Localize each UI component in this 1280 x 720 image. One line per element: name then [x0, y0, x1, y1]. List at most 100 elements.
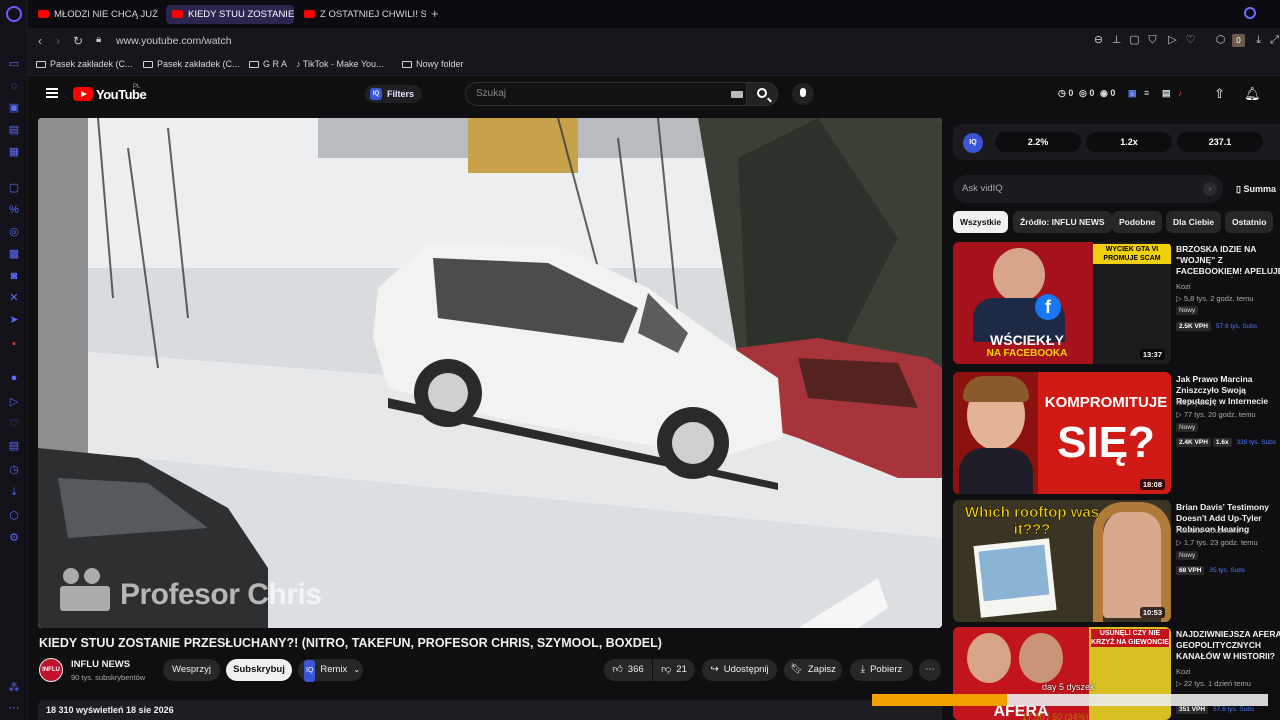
person-hair	[963, 376, 1029, 402]
recommendation-channel[interactable]: Kozi	[1176, 667, 1191, 676]
video-thumbnail[interactable]: Which rooftop was it??? 10:53	[953, 500, 1171, 622]
bookmark-folder-1[interactable]: Pasek zakładek (C...	[36, 59, 133, 69]
sidebar-messenger2-icon[interactable]: ◎	[8, 226, 20, 238]
sidebar-history-icon[interactable]: ◌	[8, 80, 20, 92]
sidebar-news-icon[interactable]: ▦	[8, 146, 20, 158]
subscribe-button[interactable]: Subskrybuj	[226, 659, 292, 681]
notify-off-icon[interactable]: ♪	[1178, 88, 1183, 98]
list-icon[interactable]: ≡	[1144, 88, 1149, 98]
upload-icon[interactable]: ⇧	[1214, 86, 1228, 102]
forward-icon[interactable]: ›	[56, 34, 60, 48]
search-input[interactable]	[476, 88, 706, 99]
sidebar-heart-icon[interactable]: ♡	[8, 418, 20, 430]
url-field[interactable]: www.youtube.com/watch	[116, 35, 232, 47]
summary-button[interactable]: ▯ Summa	[1236, 184, 1276, 195]
bookmark-folder-gra[interactable]: G R A	[249, 59, 287, 69]
recommendation-title[interactable]: BRZOSKA IDZIE NA "WOJNĘ" Z FACEBOOKIEM! …	[1176, 244, 1280, 278]
extensions-icon[interactable]: ⬡	[1214, 34, 1227, 47]
sidebar-instagram-icon[interactable]: ◙	[8, 270, 20, 282]
recommendation-item[interactable]: Which rooftop was it??? 10:53 Brian Davi…	[953, 500, 1280, 624]
voice-search-button[interactable]	[792, 83, 814, 105]
sidebar-bag-icon[interactable]: ▣	[8, 102, 20, 114]
video-thumbnail[interactable]: KOMPROMITUJE SIĘ? 18:08	[953, 372, 1171, 494]
recommendation-title[interactable]: NAJDZIWNIEJSZA AFERA GEOPOLITYCZNYCH KAN…	[1176, 629, 1280, 663]
recommendation-item[interactable]: KOMPROMITUJE SIĘ? 18:08 Jak Prawo Marcin…	[953, 372, 1280, 496]
person-face-2	[1019, 633, 1063, 683]
pin-icon[interactable]: ⊥	[1110, 34, 1123, 47]
sidebar-messenger-icon[interactable]: ▭	[8, 58, 20, 70]
address-bar: ‹ › ↻ 🔒︎ www.youtube.com/watch ⊖ ⊥ ▢ ⛉ ▷…	[28, 28, 1280, 54]
recommendation-channel[interactable]: Kozi	[1176, 282, 1191, 291]
chip-recent[interactable]: Ostatnio	[1225, 211, 1274, 233]
new-tab-button[interactable]: +	[431, 5, 445, 23]
shield-icon[interactable]: ⛉	[1146, 34, 1159, 47]
sidebar-more-icon[interactable]: ⋯	[8, 702, 20, 714]
ask-submit-icon[interactable]: ›	[1203, 182, 1217, 196]
recommendation-item[interactable]: f WYCIEK GTA VI PROMUJE SCAM WŚCIEKŁY NA…	[953, 242, 1280, 366]
sidebar-clock-icon[interactable]: ◷	[8, 464, 20, 476]
sidebar-discord-icon[interactable]: ▩	[8, 248, 20, 260]
sidebar-play-icon[interactable]: ▷	[8, 396, 20, 408]
tab-3[interactable]: Z OSTATNIEJ CHWILI! STU	[298, 5, 426, 24]
recommendation-channel[interactable]: Patriotic Housewife	[1176, 526, 1240, 535]
play-ext-icon[interactable]: ▷	[1166, 34, 1179, 47]
download-icon[interactable]: ⤓	[1252, 34, 1265, 47]
bookmark-folder-new[interactable]: Nowy folder	[402, 59, 464, 69]
dislike-button[interactable]: 👎︎ 21	[653, 659, 695, 681]
like-button[interactable]: 👍︎ 366	[604, 659, 652, 681]
sidebar-spotify-icon[interactable]: ●	[8, 372, 20, 384]
search-tabs-icon[interactable]	[1244, 7, 1256, 19]
back-icon[interactable]: ‹	[38, 34, 42, 48]
bookmark-folder-2[interactable]: Pasek zakładek (C...	[143, 59, 240, 69]
tab-2-active[interactable]: KIEDY STUU ZOSTANIE	[166, 5, 294, 24]
sidebar-extensions-icon[interactable]: ⬡	[8, 510, 20, 522]
hamburger-menu-icon[interactable]	[46, 88, 58, 98]
header-stat-views: ◎ 0	[1079, 88, 1095, 98]
share-button[interactable]: ↪ Udostępnij	[702, 659, 777, 681]
recommendation-channel[interactable]: Klepsydra	[1176, 398, 1209, 407]
ask-vidiq-input[interactable]	[962, 183, 1182, 194]
sidebar-tabs-icon[interactable]: ▤	[8, 440, 20, 452]
sidebar-settings-icon[interactable]: ⚙	[8, 532, 20, 544]
snapshot-icon[interactable]: ▢	[1128, 34, 1141, 47]
chip-similar[interactable]: Podobne	[1112, 211, 1163, 233]
sidebar-twitch-icon[interactable]: ▢	[8, 182, 20, 194]
save-button[interactable]: 🔖︎ Zapisz	[784, 659, 842, 681]
vidiq-metric-multiplier: 1.2x	[1086, 132, 1172, 152]
duration-badge: 18:08	[1139, 479, 1165, 490]
video-thumbnail[interactable]: f WYCIEK GTA VI PROMUJE SCAM WŚCIEKŁY NA…	[953, 242, 1171, 364]
sidebar-percent-icon[interactable]: %	[8, 204, 20, 216]
remix-button[interactable]: IQ Remix ⌄	[298, 659, 363, 682]
tab-1[interactable]: MŁODZI NIE CHCĄ JUŻ TA	[32, 5, 160, 24]
chip-all[interactable]: Wszystkie	[953, 211, 1009, 233]
vidiq-logo[interactable]: IQ	[963, 133, 983, 153]
opera-logo-icon[interactable]	[6, 6, 22, 22]
expand-icon[interactable]: ⤢	[1268, 34, 1280, 47]
video-description-header[interactable]: 18 310 wyświetleń 18 sie 2026	[38, 700, 942, 720]
zoom-icon[interactable]: ⊖	[1092, 34, 1105, 47]
keyboard-icon[interactable]	[731, 91, 743, 98]
youtube-logo-icon[interactable]	[73, 87, 93, 101]
sidebar-telegram-icon[interactable]: ➤	[8, 314, 20, 326]
bookmark-tiktok[interactable]: ♪ TikTok - Make You...	[296, 59, 384, 69]
support-button[interactable]: Wesprzyj	[163, 659, 220, 681]
sidebar-x-icon[interactable]: ✕	[8, 292, 20, 304]
sidebar-youtube-icon[interactable]: ▪	[8, 338, 20, 350]
heart-icon[interactable]: ♡	[1184, 34, 1197, 47]
sidebar-gx-icon[interactable]: ⁂	[8, 682, 20, 694]
chip-source[interactable]: Źródło: INFLU NEWS	[1013, 211, 1112, 233]
sidebar-download-icon[interactable]: ⤓	[8, 486, 20, 498]
search-button[interactable]	[746, 82, 778, 106]
chip-for-you[interactable]: Dla Ciebie	[1166, 211, 1222, 233]
vidiq-header-icon[interactable]: ▣	[1128, 88, 1137, 99]
sidebar-wallet-icon[interactable]: ▤	[8, 124, 20, 136]
notifications-bell-icon[interactable]: 🔔︎	[1244, 86, 1261, 102]
person-face	[993, 248, 1045, 302]
channel-avatar[interactable]: INFLU	[39, 658, 63, 682]
stack-icon[interactable]: ▤	[1162, 88, 1171, 99]
vidiq-filters-button[interactable]: IQ Filters	[365, 85, 423, 103]
reload-icon[interactable]: ↻	[73, 34, 83, 48]
video-player[interactable]: Profesor Chris	[38, 118, 942, 628]
extension-badge[interactable]: 0	[1232, 34, 1245, 47]
channel-name[interactable]: INFLU NEWS	[71, 659, 130, 670]
